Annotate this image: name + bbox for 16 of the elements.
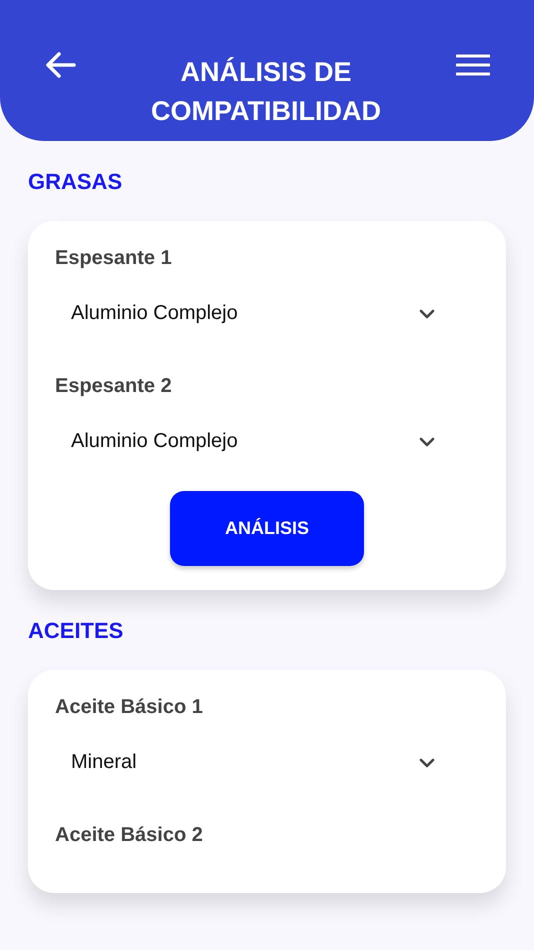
field-label: Espesante 1 xyxy=(55,247,172,270)
dropdown[interactable]: Aluminio Complejo xyxy=(55,292,479,335)
field-label: Aceite Básico 2 xyxy=(55,824,203,847)
section-title: GRASAS xyxy=(28,169,122,195)
chevron-down-icon xyxy=(419,436,435,446)
dropdown[interactable]: Aluminio Complejo xyxy=(55,420,479,463)
field-label: Aceite Básico 1 xyxy=(55,696,203,719)
page-title: ANÁLISIS DE COMPATIBILIDAD xyxy=(150,56,382,128)
back-arrow-icon[interactable] xyxy=(44,51,76,79)
dropdown[interactable]: Mineral xyxy=(55,741,479,784)
menu-icon[interactable] xyxy=(456,54,490,76)
chevron-down-icon xyxy=(419,308,435,318)
chevron-down-icon xyxy=(419,758,435,768)
analysis-button[interactable]: ANÁLISIS xyxy=(170,491,364,566)
section-title: ACEITES xyxy=(28,618,124,644)
field-label: Espesante 2 xyxy=(55,375,172,398)
